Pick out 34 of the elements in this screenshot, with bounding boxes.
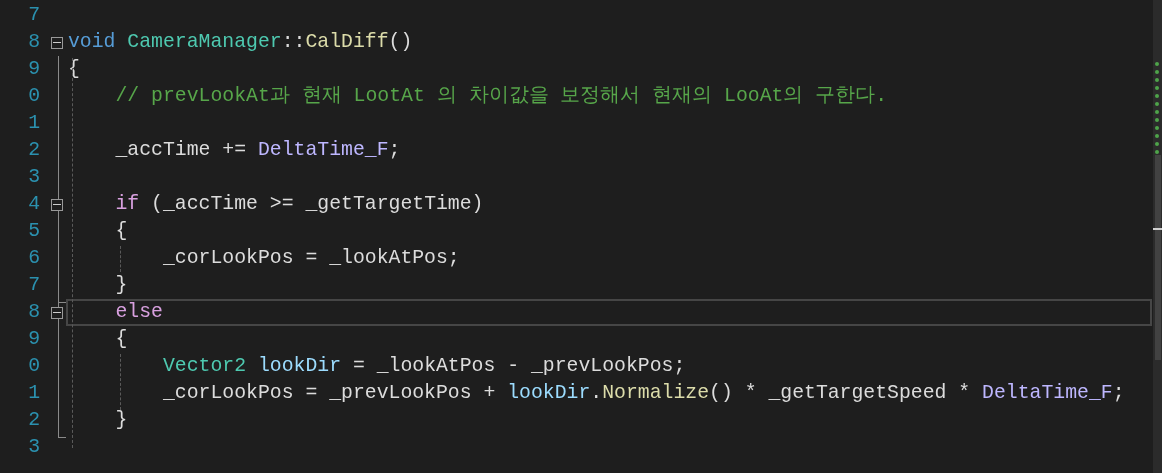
line-number: 1	[27, 111, 40, 136]
line-number: 6	[27, 246, 40, 271]
line-number: 4	[27, 192, 40, 217]
code-line: _corLookPos = _lookAtPos;	[161, 247, 460, 269]
code-line: {	[114, 328, 128, 350]
code-line: }	[114, 409, 128, 431]
code-line: if (_accTime >= _getTargetTime)	[114, 193, 484, 215]
collapse-icon[interactable]	[51, 36, 63, 49]
code-line: Vector2 lookDir = _lookAtPos - _prevLookPos;	[161, 355, 686, 377]
code-line: {	[68, 58, 80, 80]
line-number: 2	[27, 138, 40, 163]
code-line: else	[114, 301, 163, 323]
line-number: 9	[27, 57, 40, 82]
line-number: 0	[27, 84, 40, 109]
collapse-icon[interactable]	[51, 198, 63, 211]
line-number: 0	[27, 354, 40, 379]
line-number: 3	[27, 165, 40, 190]
code-line: {	[114, 220, 128, 242]
line-number: 3	[27, 435, 40, 460]
line-number: 8	[27, 300, 40, 325]
line-number: 7	[27, 273, 40, 298]
line-number: 8	[27, 30, 40, 55]
line-number: 9	[27, 327, 40, 352]
line-number: 1	[27, 381, 40, 406]
line-number: 7	[27, 3, 40, 28]
line-number: 5	[27, 219, 40, 244]
code-line: // prevLookAt과 현재 LootAt 의 차이값을 보정해서 현재의 LooAt의 구한다.	[114, 85, 888, 107]
scrollbar[interactable]	[1153, 0, 1162, 473]
code-line: }	[114, 274, 128, 296]
code-line: _corLookPos = _prevLookPos + lookDir.Normalize() * _getTargetSpeed * DeltaTime_F;	[161, 382, 1125, 404]
code-line: void CameraManager::CalDiff()	[68, 31, 413, 53]
collapse-icon[interactable]	[51, 306, 63, 319]
line-number: 2	[27, 408, 40, 433]
code-line: _accTime += DeltaTime_F;	[114, 139, 401, 161]
